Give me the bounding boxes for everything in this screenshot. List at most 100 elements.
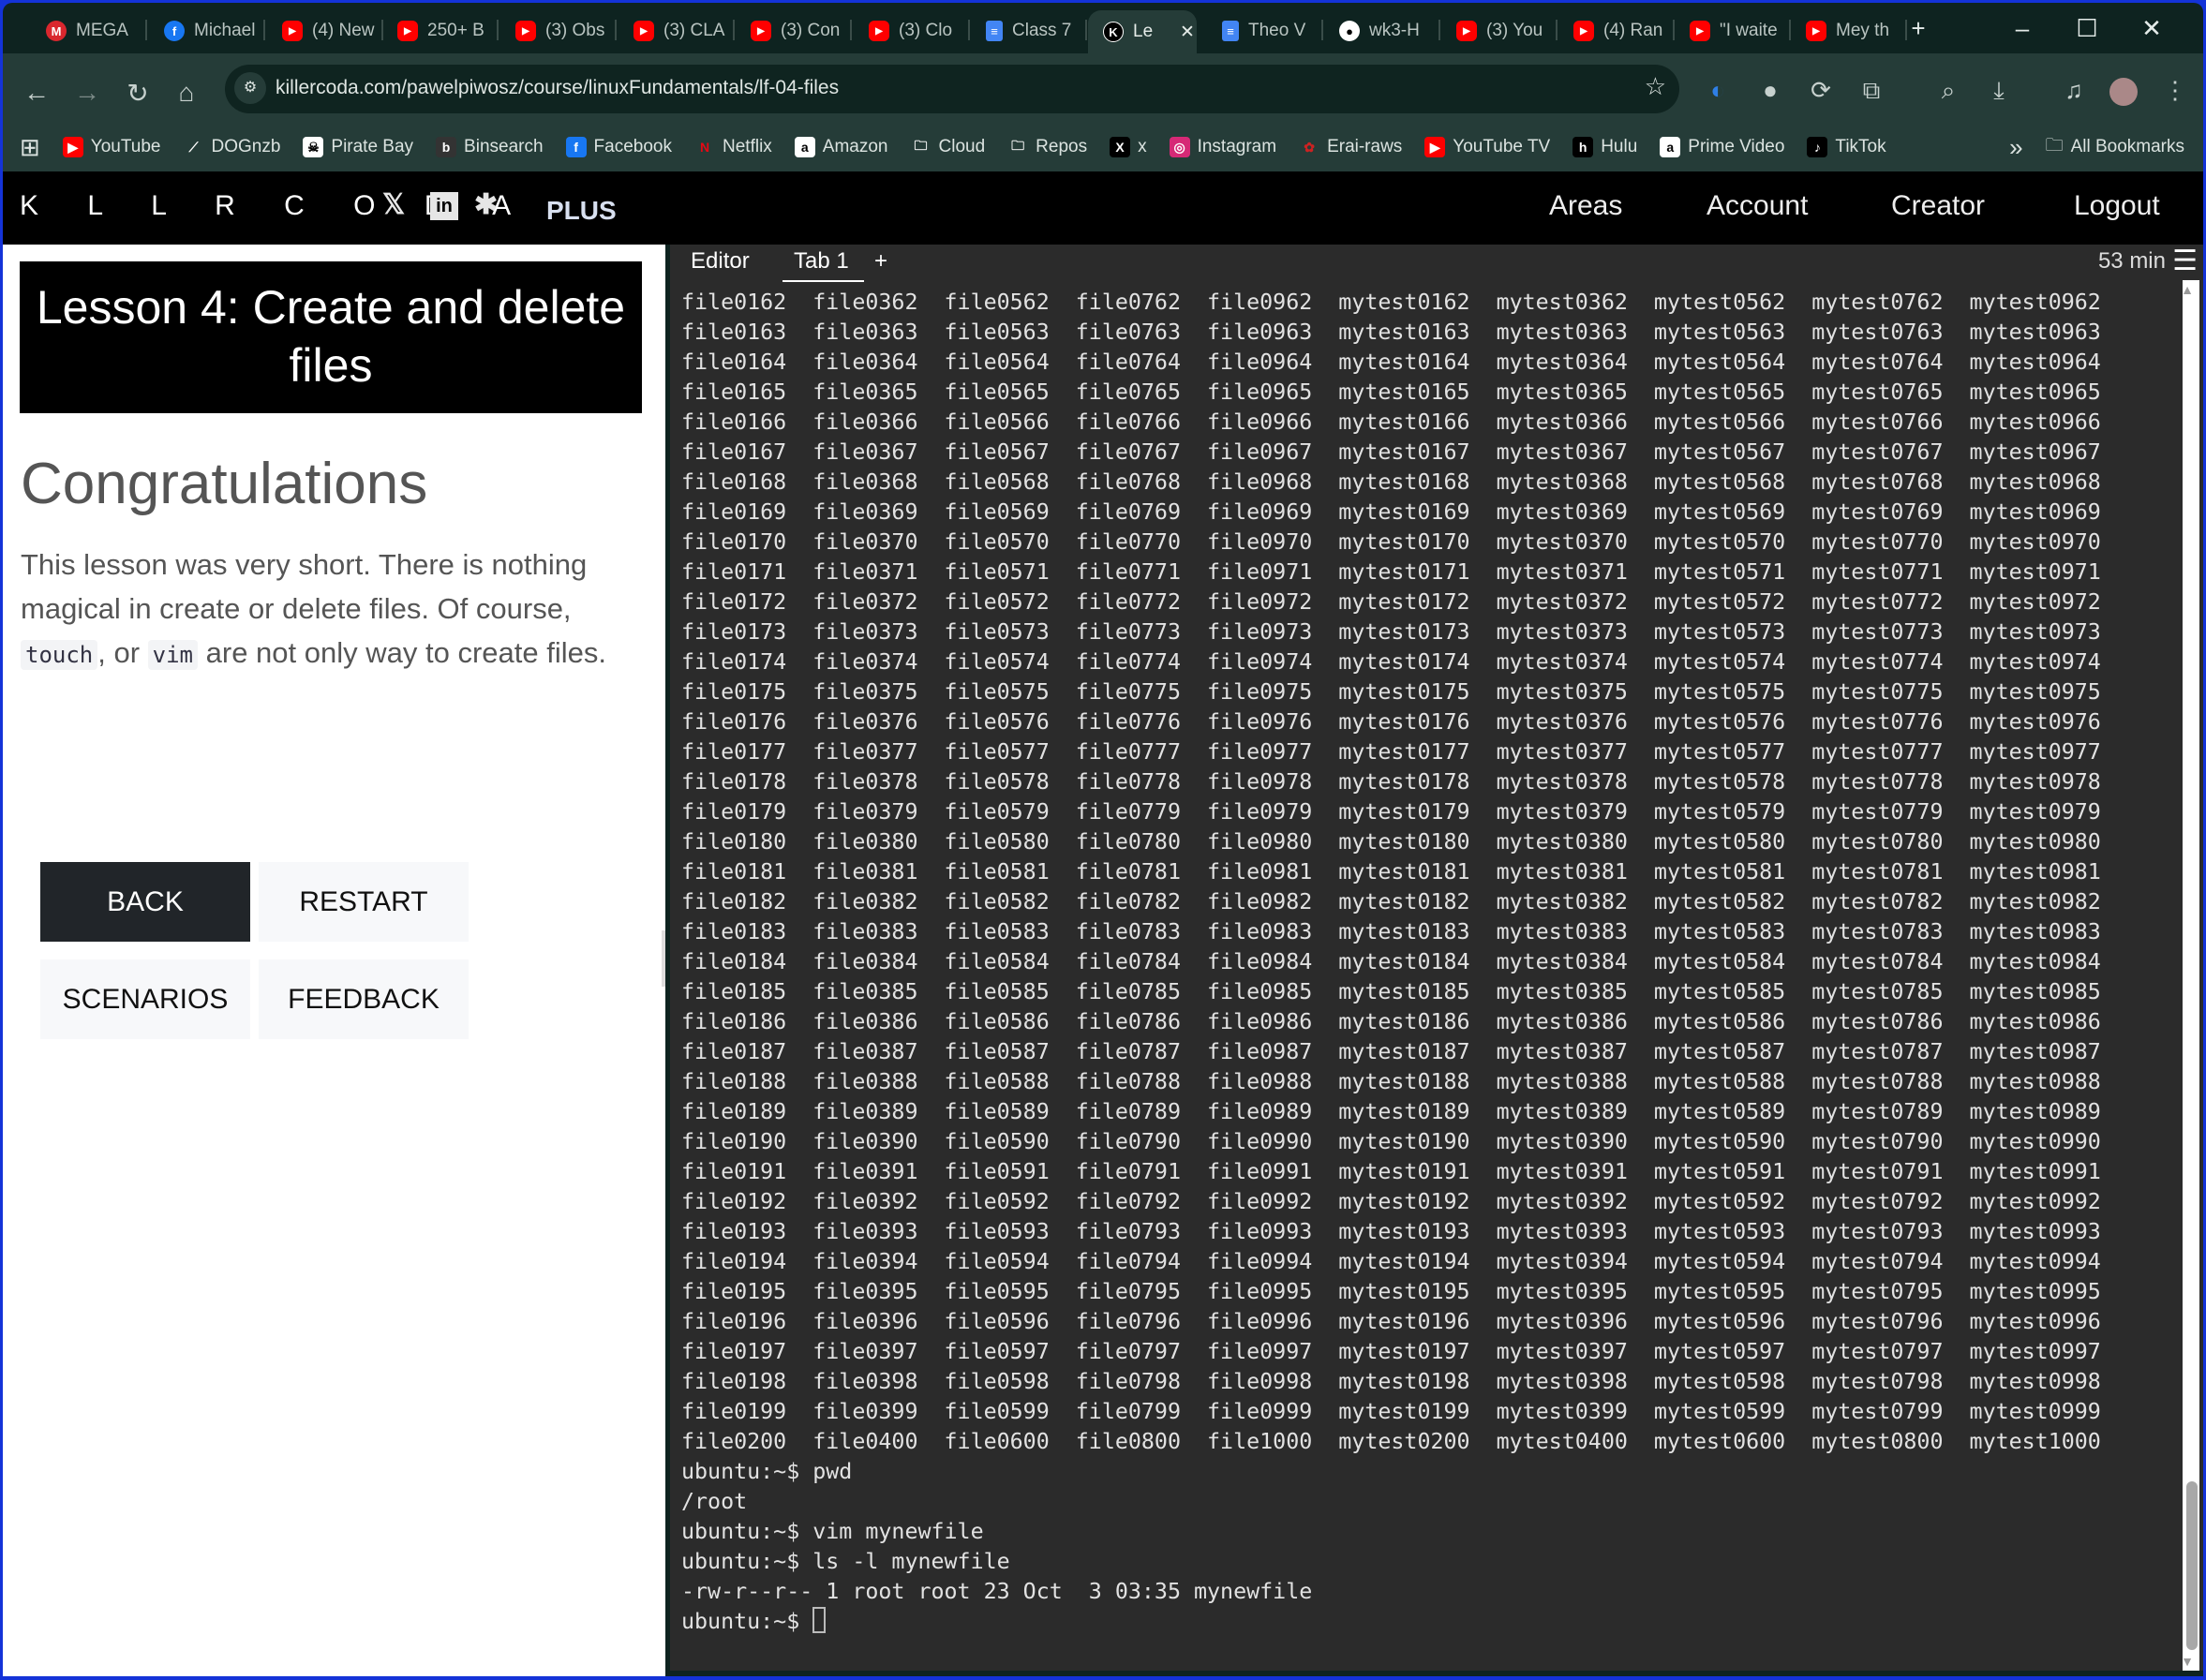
linkedin-icon[interactable]: in (430, 192, 458, 220)
bookmark-item[interactable]: N Netflix (694, 137, 772, 157)
back-button[interactable]: BACK (40, 862, 250, 942)
browser-tab[interactable]: ▶ (3) You (1441, 12, 1558, 50)
youtube-icon: ▶ (282, 21, 303, 41)
url-text[interactable]: killercoda.com/pawelpiwosz/course/linuxF… (276, 77, 839, 99)
home-icon[interactable]: ⌂ (168, 78, 205, 108)
browser-tab[interactable]: ▶ Mey th (1791, 12, 1907, 50)
nav-creator[interactable]: Creator (1891, 190, 1985, 222)
bookmark-item[interactable]: h Hulu (1573, 137, 1637, 157)
bookmark-item[interactable]: ▶ YouTube TV (1424, 137, 1550, 157)
folder-icon: 🗀 (914, 138, 928, 153)
bookmark-label: Instagram (1197, 137, 1277, 156)
nav-account[interactable]: Account (1707, 190, 1808, 222)
all-bookmarks-folder[interactable]: 🗀 All Bookmarks (2046, 132, 2184, 162)
nav-areas[interactable]: Areas (1549, 190, 1622, 222)
apps-grid-icon[interactable]: ⊞ (20, 133, 40, 162)
bookmark-item[interactable]: ☠ Pirate Bay (303, 137, 413, 157)
browser-tab[interactable]: ● wk3-H (1324, 12, 1440, 50)
extension-icon[interactable]: ◐ (1701, 76, 1735, 105)
slack-icon[interactable]: ✱ (474, 188, 498, 221)
media-control-icon[interactable]: ♫ (2057, 76, 2091, 105)
terminal-line: -rw-r--r-- 1 root root 23 Oct 3 03:35 my… (681, 1579, 1313, 1604)
browser-tab[interactable]: ▶ (4) Ran (1558, 12, 1675, 50)
menu-kebab-icon[interactable]: ⋮ (2158, 76, 2192, 105)
sync-extension-icon[interactable]: ⟳ (1804, 76, 1838, 105)
plus-link[interactable]: PLUS (546, 196, 617, 226)
browser-window: M MEGA f Michael ▶ (4) New ▶ 250+ B ▶ (3) Obs ▶ (3)… (3, 3, 2203, 1676)
terminal-output[interactable]: file0162 file0362 file0562 file0762 file… (681, 288, 2177, 1637)
terminal-prompt-line[interactable]: ubuntu:~$ (681, 1607, 2177, 1637)
browser-tab[interactable]: ▶ (3) Obs (500, 12, 617, 50)
terminal-line: file0186 file0386 file0586 file0786 file… (681, 1009, 2101, 1034)
browser-tab[interactable]: M MEGA (31, 12, 147, 50)
scenarios-button[interactable]: SCENARIOS (40, 959, 250, 1039)
prompt: ubuntu:~$ (681, 1609, 813, 1634)
bookmark-item[interactable]: 🗀 Cloud (911, 137, 986, 157)
tab-tab1[interactable]: Tab 1 (783, 248, 864, 282)
bookmark-item[interactable]: a Prime Video (1660, 137, 1784, 157)
bookmark-star-icon[interactable]: ☆ (1645, 72, 1666, 101)
browser-tab[interactable]: ≡ Class 7 (971, 12, 1087, 50)
terminal-line: file0180 file0380 file0580 file0780 file… (681, 829, 2101, 855)
x-twitter-icon[interactable]: 𝕏 (382, 188, 405, 221)
panel-resize-handle[interactable] (662, 930, 665, 987)
browser-tab[interactable]: ≡ Theo V (1207, 12, 1323, 50)
browser-tab[interactable]: ▶ "I waite (1675, 12, 1791, 50)
scroll-up-arrow-icon[interactable]: ▲ (2181, 282, 2194, 297)
minimize-button[interactable]: – (2004, 14, 2041, 43)
terminal-line: file0185 file0385 file0585 file0785 file… (681, 979, 2101, 1004)
docs-icon: ≡ (1222, 21, 1239, 41)
scrollbar-thumb[interactable] (2186, 1481, 2198, 1650)
binsearch-icon: b (436, 137, 457, 157)
youtube-icon: ▶ (633, 21, 654, 41)
profile-avatar[interactable] (2109, 78, 2138, 106)
site-info-icon[interactable]: ⚙ (234, 72, 266, 104)
bookmark-item[interactable]: ◎ Instagram (1169, 137, 1277, 157)
browser-tab[interactable]: ▶ (3) Con (736, 12, 852, 50)
terminal-scrollbar[interactable]: ▲ ▼ (2181, 280, 2199, 1671)
feedback-button[interactable]: FEEDBACK (259, 959, 469, 1039)
address-bar[interactable]: ⚙ killercoda.com/pawelpiwosz/course/linu… (225, 65, 1679, 113)
bookmark-item[interactable]: ♪ TikTok (1807, 137, 1886, 157)
youtube-icon: ▶ (1456, 21, 1477, 41)
new-tab-button[interactable]: + (1900, 14, 1937, 43)
maximize-button[interactable]: ☐ (2068, 14, 2106, 43)
youtube-icon: ▶ (1573, 21, 1594, 41)
download-icon[interactable]: ⤓ (1982, 76, 2016, 106)
extensions-puzzle-icon[interactable]: ⧉ (1855, 76, 1888, 106)
scroll-down-arrow-icon[interactable]: ▼ (2181, 1654, 2194, 1669)
tab-title: (3) Clo (899, 21, 953, 40)
browser-tab[interactable]: ▶ (4) New (267, 12, 383, 50)
bookmark-item[interactable]: Xx (1110, 137, 1147, 157)
tab-title: (3) Con (781, 21, 841, 40)
restart-button[interactable]: RESTART (259, 862, 469, 942)
browser-tab[interactable]: ▶ 250+ B (382, 12, 499, 50)
browser-tab[interactable]: ▶ (3) Clo (854, 12, 970, 50)
lens-search-icon[interactable]: ⌕ (1931, 76, 1965, 106)
more-bookmarks-icon[interactable]: » (2009, 133, 2022, 162)
bookmark-item[interactable]: 🗀 Repos (1007, 137, 1087, 157)
terminal-line: file0192 file0392 file0592 file0792 file… (681, 1189, 2101, 1214)
bookmark-item[interactable]: ✿ Erai-raws (1299, 137, 1402, 157)
browser-tab[interactable]: K Le ✕ (1088, 10, 1197, 53)
browser-tab[interactable]: f Michael (149, 12, 265, 50)
bookmark-item[interactable]: ▶ YouTube (62, 137, 160, 157)
extension-icon[interactable]: ● (1753, 76, 1787, 105)
bookmark-item[interactable]: ⟋ DOGnzb (183, 137, 281, 157)
back-nav-icon[interactable]: ← (18, 78, 55, 108)
hamburger-menu-icon[interactable]: ☰ (2172, 245, 2198, 277)
terminal-line: file0181 file0381 file0581 file0781 file… (681, 859, 2101, 885)
mega-icon: M (46, 21, 67, 41)
nav-logout[interactable]: Logout (2074, 190, 2160, 222)
browser-tab[interactable]: ▶ (3) CLA (619, 12, 735, 50)
close-tab-icon[interactable]: ✕ (1180, 22, 1195, 43)
reload-icon[interactable]: ↻ (119, 78, 157, 109)
bookmark-item[interactable]: f Facebook (565, 137, 672, 157)
bookmark-item[interactable]: b Binsearch (436, 137, 544, 157)
forward-nav-icon[interactable]: → (68, 78, 106, 108)
erai-raws-icon: ✿ (1304, 139, 1315, 155)
bookmark-item[interactable]: a Amazon (794, 137, 888, 157)
tab-editor[interactable]: Editor (691, 248, 750, 275)
close-window-button[interactable]: ✕ (2133, 14, 2170, 43)
add-tab-button[interactable]: + (874, 248, 887, 275)
